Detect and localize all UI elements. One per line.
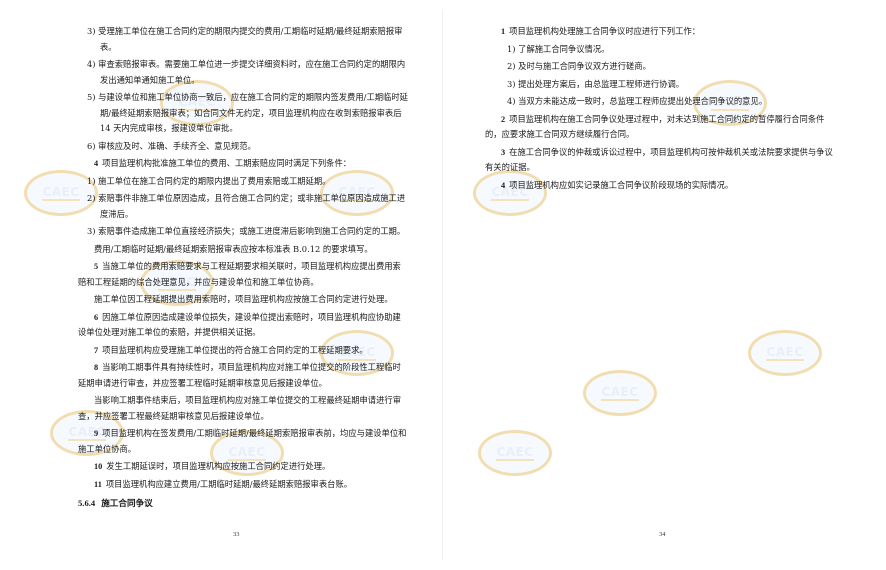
- page-number: 33: [233, 531, 240, 538]
- left-page-body: 3) 受理施工单位在施工合同约定的期限内提交的费用/工期临时延期/最终延期索赔报…: [78, 24, 408, 515]
- clause: 4 项目监理机构批准施工单位的费用、工期索赔应同时满足下列条件：: [94, 158, 352, 168]
- clause-number: 11: [94, 479, 102, 489]
- clause: 1 项目监理机构处理施工合同争议时应进行下列工作：: [501, 26, 700, 36]
- caec-watermark: CAEC: [583, 370, 657, 416]
- clause-number: 8: [94, 363, 99, 372]
- section-title: 施工合同争议: [101, 499, 153, 509]
- clause: 8 当影响工期事件具有持续性时，项目监理机构应对施工单位提交的阶段性工程临时延期申…: [78, 362, 401, 388]
- clause-number: 4: [94, 159, 99, 168]
- paragraph: 1) 了解施工合同争议情况。: [507, 43, 610, 54]
- clause: 10 发生工期延误时，项目监理机构应按施工合同约定进行处理。: [94, 461, 331, 471]
- clause: 5 当施工单位的费用索赔要求与工程延期要求相关联时，项目监理机构应提出费用索赔和工…: [78, 261, 401, 287]
- paragraph: 3) 受理施工单位在施工合同约定的期限内提交的费用/工期临时延期/最终延期索赔报…: [87, 26, 403, 52]
- clause: 7 项目监理机构应受理施工单位提出的符合施工合同约定的工程延期要求。: [94, 344, 368, 355]
- paragraph: 5) 与建设单位和施工单位协商一致后，应在施工合同约定的期限内签发费用/工期临时…: [87, 92, 408, 133]
- document-spread: CAEC CAEC CAEC CAEC CAEC CAEC CAEC 3) 受理…: [0, 0, 886, 570]
- paragraph: 1) 施工单位在施工合同约定的期限内提出了费用索赔或工期延期。: [87, 175, 331, 186]
- clause-number: 6: [94, 312, 99, 322]
- section-heading: 5.6.4 施工合同争议: [78, 496, 408, 513]
- clause: 6 因施工单位原因造成建设单位损失，建设单位提出索赔时，项目监理机构应协助建设单位…: [78, 311, 401, 338]
- clause: 9 项目监理机构在签发费用/工期临时延期/最终延期索赔报审表前，均应与建设单位和施…: [78, 428, 407, 454]
- caec-watermark: CAEC: [748, 330, 822, 376]
- clause: 4 项目监理机构应如实记录施工合同争议阶段现场的实际情况。: [501, 179, 734, 190]
- clause-number: 5: [94, 262, 99, 271]
- paragraph: 费用/工期临时延期/最终延期索赔报审表应按本标准表 B.0.12 的要求填写。: [94, 243, 373, 254]
- paragraph: 当影响工期事件结束后，项目监理机构应对施工单位提交的工程最终延期申请进行审查，并…: [78, 395, 401, 421]
- page-number: 34: [659, 531, 666, 538]
- paragraph: 3) 提出处理方案后，由总监理工程师进行协调。: [507, 78, 685, 89]
- page-right: CAEC CAEC CAEC CAEC CAEC 1 项目监理机构处理施工合同争议…: [443, 0, 886, 570]
- paragraph: 3) 索赔事件造成施工单位直接经济损失；或施工进度滞后影响到施工合同约定的工期。: [87, 226, 406, 236]
- paragraph: 2) 及时与施工合同争议双方进行磋商。: [507, 61, 651, 71]
- clause-number: 7: [94, 345, 99, 355]
- paragraph: 2) 索赔事件非施工单位原因造成，且符合施工合同约定；或非施工单位原因造成施工进…: [87, 193, 406, 219]
- clause-number: 10: [94, 462, 103, 471]
- right-page-body: 1 项目监理机构处理施工合同争议时应进行下列工作： 1) 了解施工合同争议情况。 …: [485, 24, 835, 195]
- clause-number: 4: [501, 180, 506, 190]
- clause-number: 3: [501, 147, 506, 157]
- caec-watermark: CAEC: [478, 430, 552, 476]
- clause: 2 项目监理机构在施工合同争议处理过程中，对未达到施工合同约定的暂停履行合同条件的…: [485, 113, 825, 140]
- clause: 3 在施工合同争议的仲裁或诉讼过程中，项目监理机构可按仲裁机关或法院要求提供与争议…: [485, 146, 833, 173]
- clause-number: 1: [501, 27, 506, 36]
- clause: 11 项目监理机构应建立费用/工期临时延期/最终延期索赔报审表台账。: [94, 478, 353, 489]
- paragraph: 施工单位因工程延期提出费用索赔时，项目监理机构应按施工合同约定进行处理。: [94, 294, 393, 304]
- clause-number: 2: [501, 114, 506, 124]
- clause-number: 9: [94, 429, 99, 438]
- section-number: 5.6.4: [78, 498, 96, 508]
- paragraph: 4) 当双方未能达成一致时，总监理工程师应提出处理合同争议的意见。: [507, 96, 768, 106]
- page-left: CAEC CAEC CAEC CAEC CAEC CAEC CAEC 3) 受理…: [0, 0, 443, 570]
- paragraph: 4) 审查索赔报审表。需要施工单位进一步提交详细资料时，应在施工合同约定的期限内…: [87, 59, 406, 85]
- paragraph: 6) 审核应及时、准确、手续齐全、意见规范。: [87, 140, 256, 151]
